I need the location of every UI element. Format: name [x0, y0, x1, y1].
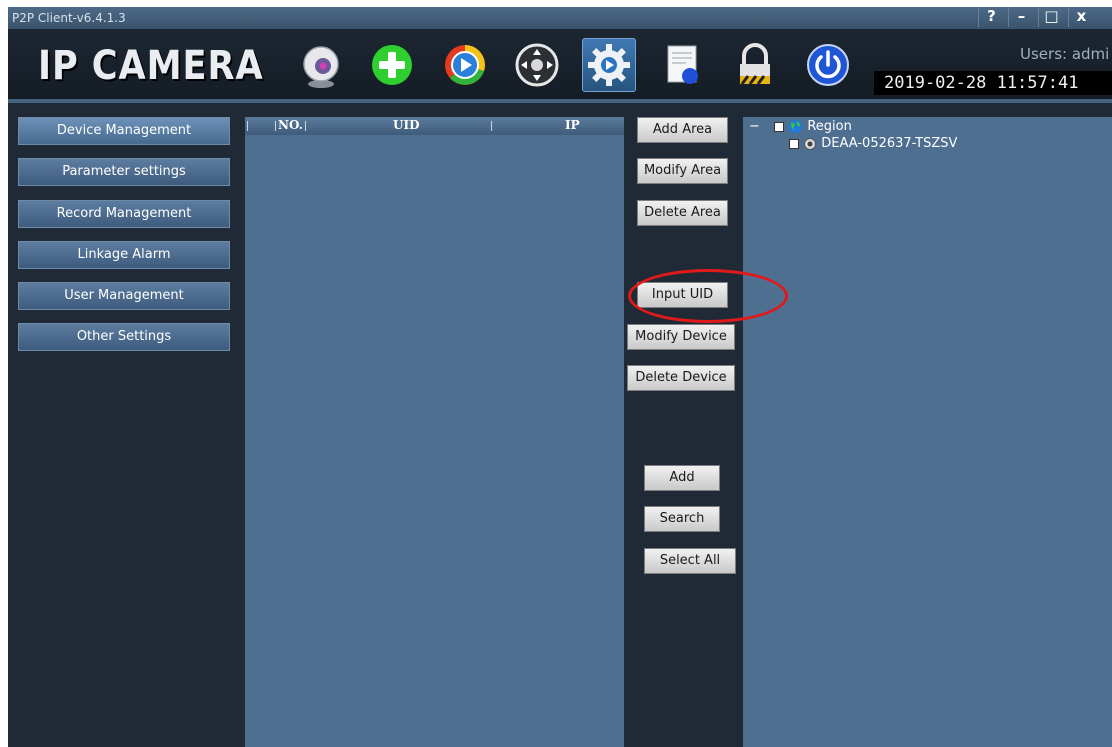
add-device-button[interactable]	[365, 38, 419, 92]
column-divider	[491, 121, 492, 131]
current-user: Users: admi	[1020, 45, 1110, 63]
column-divider	[305, 121, 306, 131]
app-logo: IP CAMERA	[38, 43, 264, 89]
title-bar: P2P Client-v6.4.1.3 ? – □ x	[8, 7, 1112, 29]
nav-other-settings[interactable]: Other Settings	[18, 323, 230, 351]
nav-parameter-settings[interactable]: Parameter settings	[18, 158, 230, 186]
modify-area-button[interactable]: Modify Area	[637, 158, 728, 184]
region-label: Region	[807, 119, 852, 134]
webcam-button[interactable]	[294, 38, 348, 92]
highlight-ellipse	[628, 269, 788, 323]
column-header-no[interactable]: NO.	[278, 118, 303, 132]
power-icon	[807, 44, 849, 86]
modify-device-button[interactable]: Modify Device	[627, 324, 735, 350]
header-divider	[8, 99, 1112, 103]
app-window: P2P Client-v6.4.1.3 ? – □ x IP CAMERA Us…	[8, 7, 1112, 747]
globe-icon	[789, 120, 803, 133]
column-header-uid[interactable]: UID	[393, 118, 419, 132]
minimize-button[interactable]: –	[1008, 7, 1034, 27]
add-icon	[372, 45, 412, 85]
region-checkbox[interactable]	[774, 121, 785, 132]
close-button[interactable]: x	[1068, 7, 1094, 27]
column-header-ip[interactable]: IP	[565, 118, 580, 132]
tree-node-region[interactable]: − Region	[749, 119, 852, 134]
webcam-icon	[303, 46, 339, 88]
search-button[interactable]: Search	[644, 506, 720, 532]
actions-panel: Add Area Modify Area Delete Area Input U…	[624, 103, 743, 747]
device-checkbox[interactable]	[789, 138, 799, 149]
delete-area-button[interactable]: Delete Area	[637, 200, 728, 226]
delete-device-button[interactable]: Delete Device	[627, 365, 735, 391]
nav-linkage-alarm[interactable]: Linkage Alarm	[18, 241, 230, 269]
device-label: DEAA-052637-TSZSV	[821, 136, 958, 151]
column-divider	[247, 121, 248, 131]
nav-record-management[interactable]: Record Management	[18, 200, 230, 228]
help-button[interactable]: ?	[978, 7, 1004, 27]
camera-icon	[804, 137, 817, 150]
datetime-display: 2019-02-28 11:57:41	[874, 71, 1112, 95]
playback-icon	[445, 45, 485, 85]
add-area-button[interactable]: Add Area	[637, 117, 728, 143]
device-list[interactable]: NO. UID IP	[245, 117, 624, 747]
device-list-header: NO. UID IP	[245, 117, 624, 135]
lock-button[interactable]	[728, 38, 782, 92]
column-divider	[275, 121, 276, 131]
log-button[interactable]	[656, 38, 710, 92]
maximize-button[interactable]: □	[1038, 7, 1064, 27]
ptz-button[interactable]	[510, 38, 564, 92]
nav-user-management[interactable]: User Management	[18, 282, 230, 310]
collapse-toggle[interactable]: −	[749, 119, 760, 134]
log-icon	[667, 45, 698, 84]
header: IP CAMERA Users: admi 2019-02-28 11:57:4…	[8, 29, 1112, 99]
nav-device-management[interactable]: Device Management	[18, 117, 230, 145]
settings-button[interactable]	[582, 38, 636, 92]
playback-button[interactable]	[438, 38, 492, 92]
lock-icon	[740, 43, 770, 85]
ptz-icon	[515, 43, 559, 87]
add-button[interactable]: Add	[644, 465, 720, 491]
power-button[interactable]	[801, 38, 855, 92]
tree-node-device[interactable]: DEAA-052637-TSZSV	[789, 136, 957, 151]
window-title: P2P Client-v6.4.1.3	[12, 11, 126, 25]
area-tree[interactable]: − Region DEAA-052637-TSZSV	[743, 117, 1112, 747]
settings-icon	[588, 44, 630, 86]
select-all-button[interactable]: Select All	[644, 548, 736, 574]
